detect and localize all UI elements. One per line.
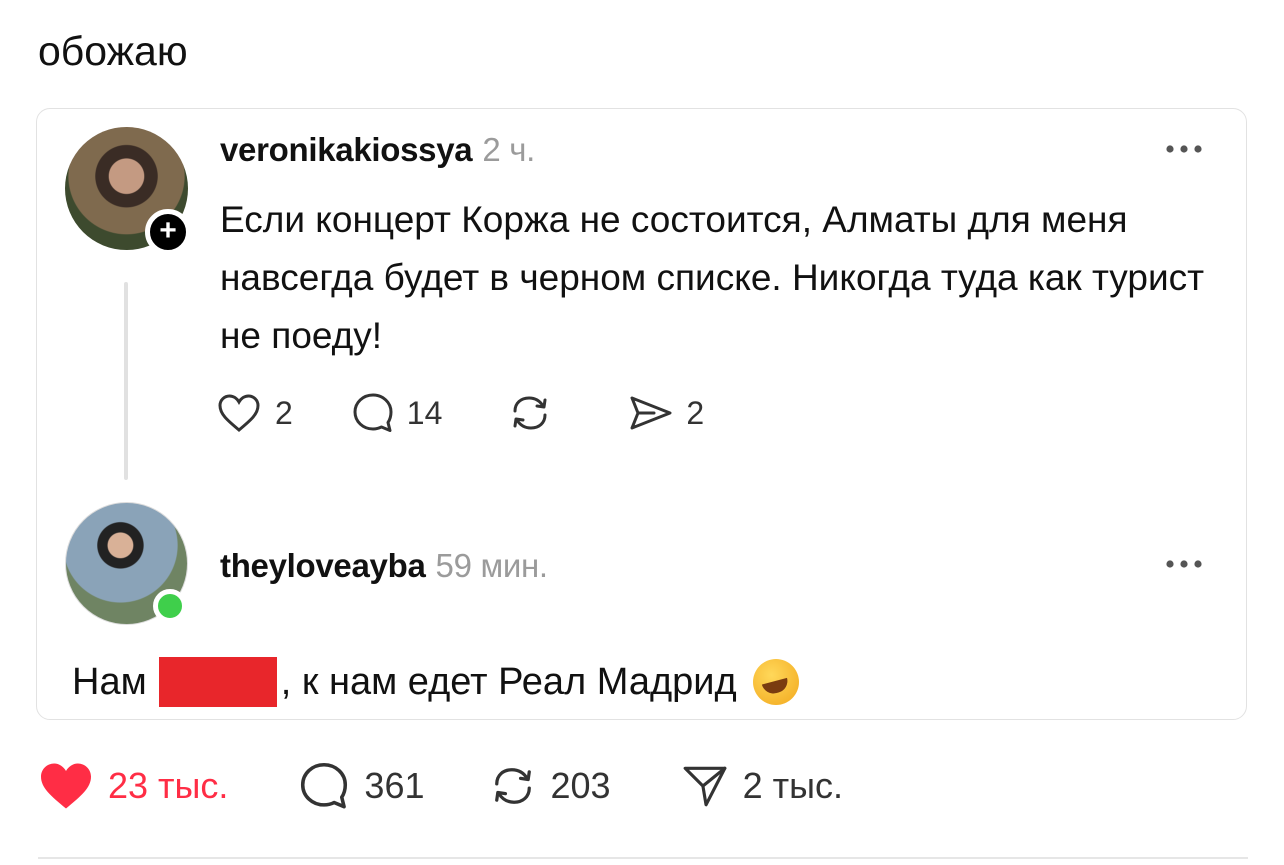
thread-connector-line (124, 282, 128, 480)
redaction-block (158, 657, 277, 707)
reply-button[interactable]: 14 (351, 391, 443, 435)
online-status-dot (153, 589, 187, 623)
repost-icon (513, 396, 547, 430)
repost-count: 203 (550, 765, 611, 806)
engagement-bar: 23 тыс. 361 203 2 тыс. (38, 760, 843, 812)
like-count: 23 тыс. (108, 765, 229, 806)
username-text[interactable]: veronikakiossya (220, 131, 473, 168)
quoted-thread-card[interactable]: + veronikakiossya 2 ч. Если концерт Коржа… (36, 108, 1247, 720)
username[interactable]: theyloveayba 59 мин. (220, 547, 548, 585)
more-options-icon[interactable] (1164, 558, 1204, 570)
more-options-icon[interactable] (1164, 143, 1204, 155)
follow-plus-icon[interactable]: + (145, 209, 191, 255)
heart-icon (218, 394, 260, 432)
like-button[interactable]: 23 тыс. (38, 761, 228, 811)
repost-button[interactable] (506, 391, 554, 435)
username-text[interactable]: theyloveayba (220, 547, 426, 584)
reply-text-start: Нам (72, 660, 147, 703)
like-button[interactable]: 2 (217, 393, 293, 433)
post-body-text: Если концерт Коржа не состоится, Алматы … (220, 199, 1205, 356)
divider (38, 857, 1248, 859)
post-time: 2 ч. (482, 131, 536, 168)
heart-filled-icon (41, 763, 91, 809)
post-action-bar: 2 14 2 (217, 391, 704, 435)
comment-icon (301, 762, 348, 809)
send-icon (630, 396, 672, 430)
reply-body-text: Нам , к нам едет Реал Мадрид (72, 657, 799, 707)
username[interactable]: veronikakiossya 2 ч. (220, 131, 535, 169)
comment-count: 361 (364, 765, 425, 806)
reply-time: 59 мин. (435, 547, 549, 584)
send-icon (683, 766, 726, 807)
reply-count: 14 (406, 394, 443, 431)
repost-button[interactable]: 203 (487, 761, 611, 811)
comment-button[interactable]: 361 (298, 760, 425, 812)
share-count: 2 тыс. (742, 765, 843, 806)
share-button[interactable]: 2 тыс. (681, 763, 843, 809)
like-count: 2 (275, 394, 293, 431)
repost-icon (494, 768, 531, 804)
comment-icon (353, 393, 393, 432)
post-caption: обожаю (38, 28, 188, 74)
share-button[interactable]: 2 (628, 393, 704, 433)
share-count: 2 (686, 394, 705, 431)
rofl-emoji-icon (752, 659, 799, 705)
reply-text-end: , к нам едет Реал Мадрид (280, 660, 737, 703)
